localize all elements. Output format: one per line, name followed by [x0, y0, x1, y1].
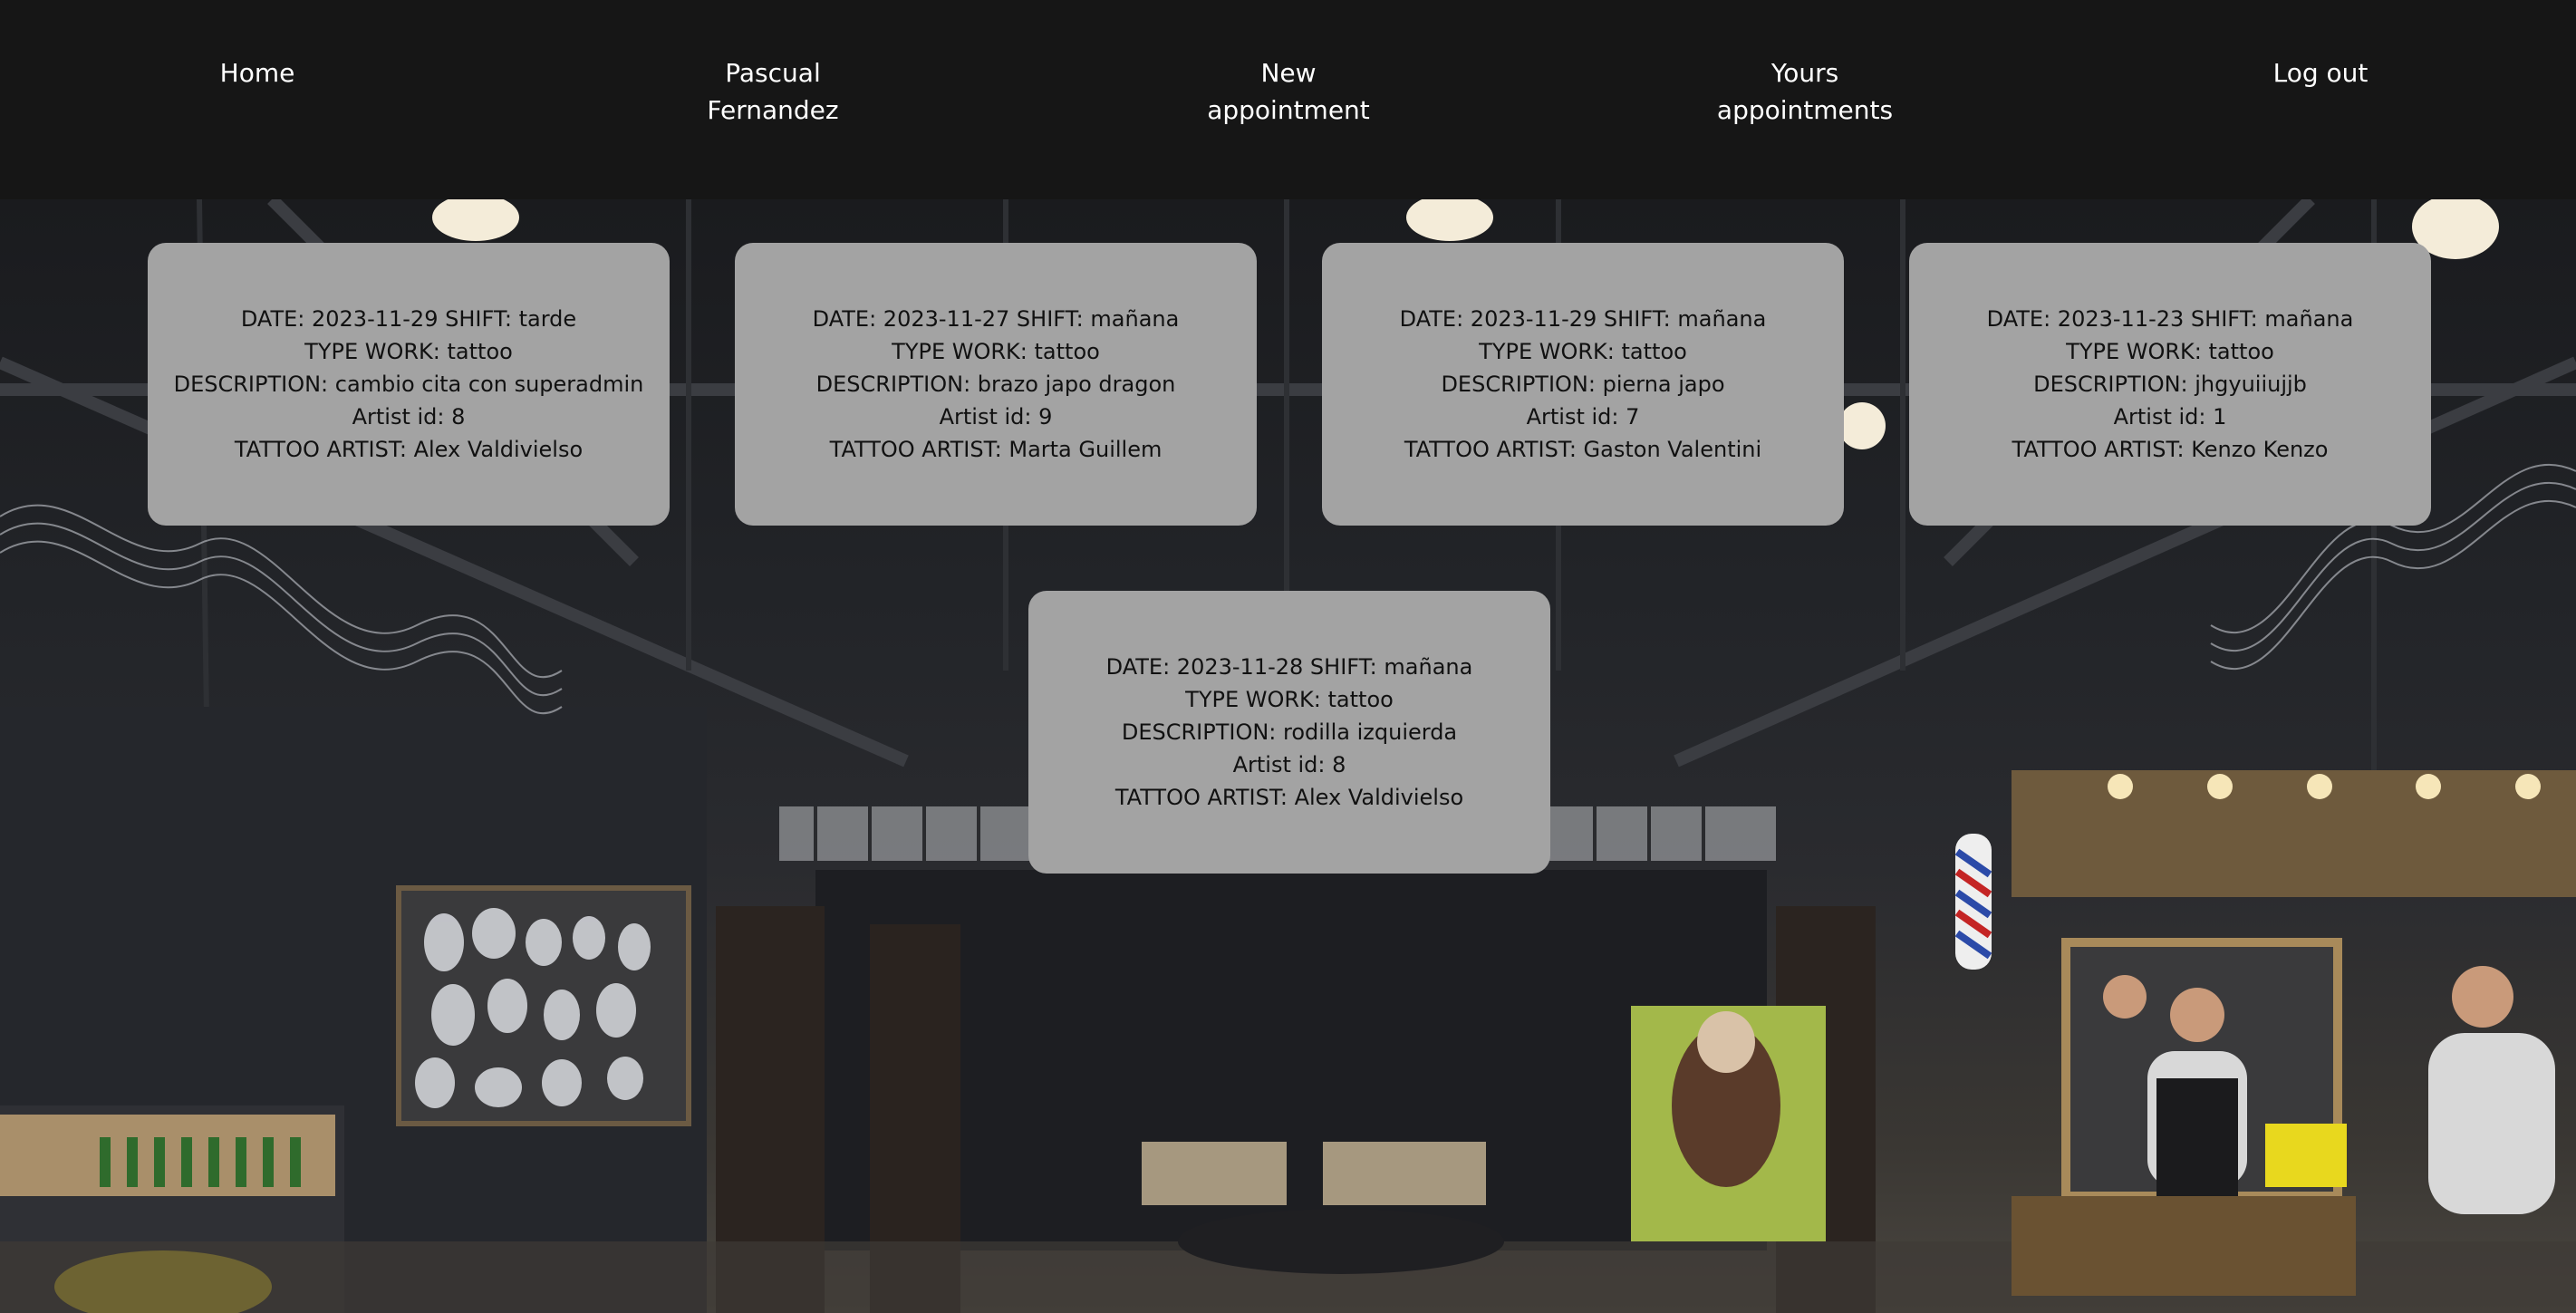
- appointment-type-work: TYPE WORK: tattoo: [2066, 339, 2274, 364]
- appointment-artist-id: Artist id: 7: [1526, 404, 1640, 430]
- appointment-artist-id: Artist id: 9: [939, 404, 1053, 430]
- appointment-date-shift: DATE: 2023-11-28 SHIFT: mañana: [1105, 654, 1473, 680]
- appointment-artist-name: TATTOO ARTIST: Marta Guillem: [829, 437, 1163, 462]
- appointment-date-shift: DATE: 2023-11-29 SHIFT: tarde: [240, 306, 577, 332]
- appointment-type-work: TYPE WORK: tattoo: [1479, 339, 1687, 364]
- nav-yours-appointments-link[interactable]: Yours appointments: [1669, 54, 1941, 129]
- appointment-artist-id: Artist id: 8: [352, 404, 466, 430]
- nav-logout-link[interactable]: Log out: [2185, 54, 2456, 92]
- appointment-artist-name: TATTOO ARTIST: Alex Valdivielso: [234, 437, 584, 462]
- appointment-description: DESCRIPTION: pierna japo: [1441, 372, 1725, 397]
- appointment-artist-id: Artist id: 8: [1232, 752, 1346, 777]
- appointment-date-shift: DATE: 2023-11-29 SHIFT: mañana: [1399, 306, 1767, 332]
- appointment-artist-name: TATTOO ARTIST: Kenzo Kenzo: [2012, 437, 2329, 462]
- appointment-description: DESCRIPTION: jhgyuiiujjb: [2033, 372, 2307, 397]
- appointment-card[interactable]: DATE: 2023-11-28 SHIFT: mañana TYPE WORK…: [1028, 591, 1550, 874]
- appointment-artist-name: TATTOO ARTIST: Alex Valdivielso: [1114, 785, 1464, 810]
- appointment-card[interactable]: DATE: 2023-11-23 SHIFT: mañana TYPE WORK…: [1909, 243, 2431, 526]
- appointment-date-shift: DATE: 2023-11-27 SHIFT: mañana: [812, 306, 1180, 332]
- appointment-description: DESCRIPTION: cambio cita con superadmin: [173, 372, 644, 397]
- appointment-description: DESCRIPTION: brazo japo dragon: [815, 372, 1176, 397]
- nav-profile-link[interactable]: Pascual Fernandez: [637, 54, 909, 129]
- appointment-type-work: TYPE WORK: tattoo: [1185, 687, 1394, 712]
- nav-home-link[interactable]: Home: [121, 54, 393, 92]
- top-navbar: Home Pascual Fernandez New appointment Y…: [0, 0, 2576, 199]
- appointment-card[interactable]: DATE: 2023-11-29 SHIFT: mañana TYPE WORK…: [1322, 243, 1844, 526]
- appointment-artist-id: Artist id: 1: [2113, 404, 2227, 430]
- appointment-type-work: TYPE WORK: tattoo: [892, 339, 1100, 364]
- appointment-type-work: TYPE WORK: tattoo: [304, 339, 513, 364]
- appointment-description: DESCRIPTION: rodilla izquierda: [1121, 719, 1458, 745]
- appointment-artist-name: TATTOO ARTIST: Gaston Valentini: [1404, 437, 1762, 462]
- nav-new-appointment-link[interactable]: New appointment: [1153, 54, 1424, 129]
- appointment-card[interactable]: DATE: 2023-11-29 SHIFT: tarde TYPE WORK:…: [148, 243, 670, 526]
- appointment-date-shift: DATE: 2023-11-23 SHIFT: mañana: [1986, 306, 2354, 332]
- appointment-card[interactable]: DATE: 2023-11-27 SHIFT: mañana TYPE WORK…: [735, 243, 1257, 526]
